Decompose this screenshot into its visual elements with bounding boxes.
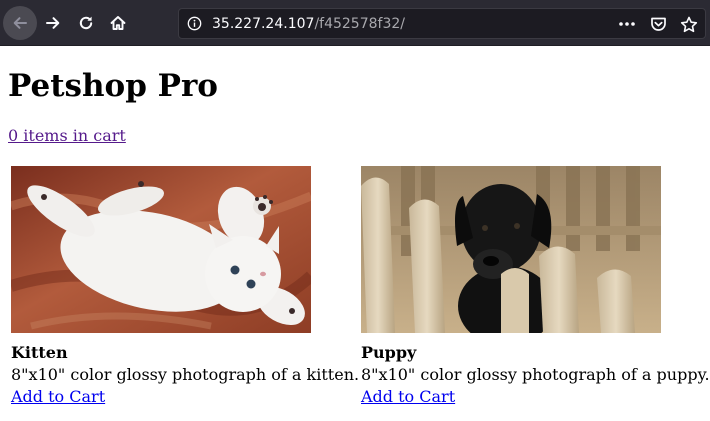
home-icon (110, 16, 126, 30)
reload-button[interactable] (69, 6, 103, 40)
url-actions (606, 15, 699, 33)
browser-toolbar: 35.227.24.107/f452578f32/ (0, 0, 710, 46)
url-text[interactable]: 35.227.24.107/f452578f32/ (212, 15, 405, 33)
back-icon (13, 17, 27, 29)
add-to-cart-kitten-link[interactable]: Add to Cart (11, 386, 105, 407)
reload-icon (79, 16, 93, 30)
forward-button[interactable] (36, 6, 70, 40)
product-name: Kitten (11, 343, 68, 362)
pocket-button[interactable] (648, 15, 668, 33)
add-to-cart-puppy-link[interactable]: Add to Cart (361, 386, 455, 407)
more-icon (619, 22, 635, 26)
product-name: Puppy (361, 343, 417, 362)
info-icon[interactable] (187, 16, 202, 31)
page-actions-button[interactable] (617, 15, 637, 33)
forward-icon (46, 17, 60, 29)
bookmark-button[interactable] (679, 15, 699, 33)
puppy-photo (361, 166, 661, 333)
home-button[interactable] (101, 6, 135, 40)
product-card-kitten: Kitten 8"x10" color glossy photograph of… (11, 166, 359, 407)
url-path: /f452578f32/ (314, 16, 405, 32)
product-card-puppy: Puppy 8"x10" color glossy photograph of … (361, 166, 710, 407)
pocket-icon (650, 17, 666, 31)
url-host: 35.227.24.107 (212, 16, 315, 32)
url-bar[interactable]: 35.227.24.107/f452578f32/ (178, 8, 706, 39)
page-title: Petshop Pro (8, 68, 218, 104)
cart-link[interactable]: 0 items in cart (8, 126, 126, 146)
bookmark-star-icon (680, 16, 698, 32)
product-description: 8"x10" color glossy photograph of a pupp… (361, 365, 710, 384)
back-button[interactable] (3, 6, 37, 40)
kitten-photo (11, 166, 311, 333)
product-description: 8"x10" color glossy photograph of a kitt… (11, 365, 360, 384)
